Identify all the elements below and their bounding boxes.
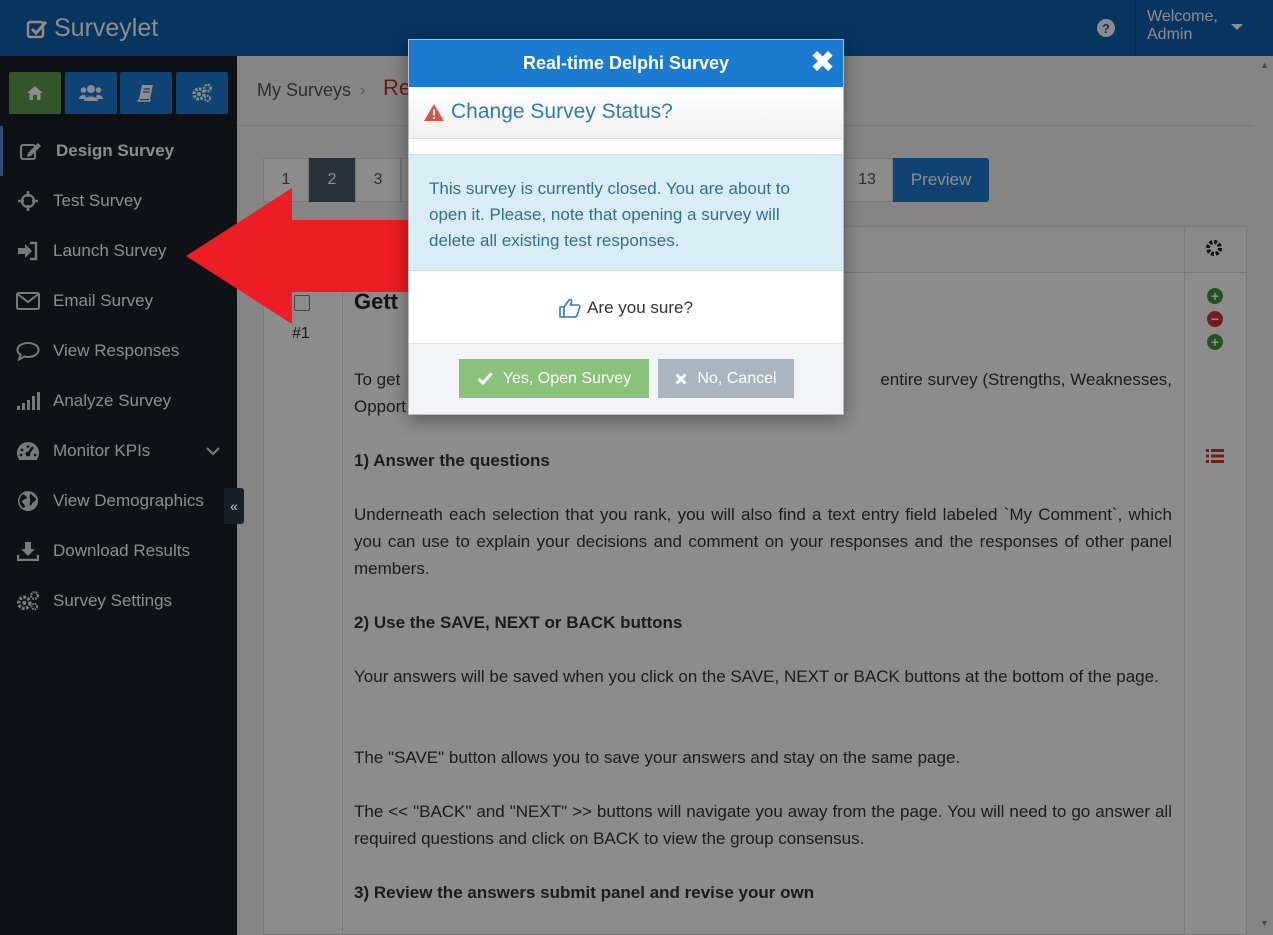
dialog-footer: Yes, Open Survey No, Cancel xyxy=(409,343,843,414)
dialog-subheader: Change Survey Status? xyxy=(409,87,843,139)
sidebar-collapse-toggle[interactable]: « xyxy=(224,488,244,524)
dialog-title: Real-time Delphi Survey xyxy=(522,53,730,73)
yes-open-survey-button[interactable]: Yes, Open Survey xyxy=(459,359,649,398)
close-icon[interactable]: ✖ xyxy=(810,46,835,80)
times-icon xyxy=(675,372,687,385)
confirm-question-text: Are you sure? xyxy=(587,298,693,317)
check-icon xyxy=(477,372,493,385)
dialog-subtitle: Change Survey Status? xyxy=(451,100,673,123)
yes-button-label: Yes, Open Survey xyxy=(502,369,632,387)
change-status-dialog: Real-time Delphi Survey ✖ Change Survey … xyxy=(408,39,844,415)
no-button-label: No, Cancel xyxy=(697,369,777,387)
confirm-question: Are you sure? xyxy=(409,298,843,318)
dialog-message: This survey is currently closed. You are… xyxy=(429,179,790,250)
warning-icon xyxy=(424,104,444,121)
thumbs-up-icon xyxy=(559,298,581,318)
no-cancel-button[interactable]: No, Cancel xyxy=(658,359,794,398)
dialog-info-alert: This survey is currently closed. You are… xyxy=(409,154,843,271)
annotation-arrow xyxy=(186,188,408,324)
dialog-header: Real-time Delphi Survey xyxy=(409,40,843,87)
